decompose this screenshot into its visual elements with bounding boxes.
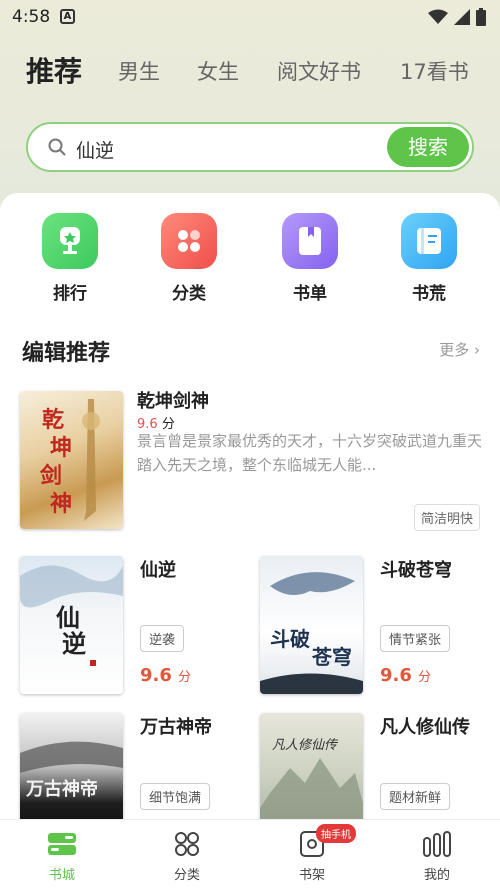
featured-book-description: 景言曾是景家最优秀的天才，十六岁突破武道九重天踏入先天之境，整个东临城无人能..… — [137, 432, 482, 474]
svg-text:乾: 乾 — [42, 407, 64, 433]
svg-text:仙: 仙 — [56, 603, 80, 632]
book-score-doupo: 9.6 分 — [380, 665, 431, 686]
nav-profile-label: 我的 — [423, 868, 450, 883]
signal-icon — [454, 9, 470, 25]
book-tag-doupo: 情节紧张 — [380, 625, 451, 652]
nav-category[interactable]: 分类 — [147, 828, 227, 883]
category-icon — [147, 828, 227, 860]
svg-text:坤: 坤 — [50, 435, 72, 461]
book-title-fanren[interactable]: 凡人修仙传 — [380, 713, 470, 739]
tab-male[interactable]: 男生 — [118, 56, 160, 86]
wifi-icon — [428, 9, 448, 24]
nav-category-label: 分类 — [173, 868, 200, 883]
nav-bookstore[interactable]: 书城 — [22, 828, 102, 883]
category-classify-label: 分类 — [172, 284, 206, 304]
book-tag-fanren: 题材新鲜 — [380, 783, 451, 810]
profile-icon — [397, 828, 477, 860]
book-cover-wangu[interactable]: 万古神帝 — [20, 713, 123, 833]
nav-profile[interactable]: 我的 — [397, 828, 477, 883]
svg-text:剑: 剑 — [39, 463, 62, 489]
chevron-right-icon: › — [474, 341, 480, 359]
book-score-value: 9.6 — [140, 665, 172, 686]
category-classify[interactable]: 分类 — [149, 213, 229, 304]
grid-icon — [161, 213, 217, 269]
book-score-value: 9.6 — [380, 665, 412, 686]
main-content: 排行 分类 书单 书荒 编辑推荐 更多 › 乾 坤 剑 神 乾坤剑神 9.6 分… — [0, 193, 500, 833]
book-cover-doupo[interactable]: 斗破 苍穹 — [260, 556, 363, 694]
status-icons — [428, 8, 486, 26]
featured-book-cover[interactable]: 乾 坤 剑 神 — [20, 391, 123, 529]
svg-text:万古神帝: 万古神帝 — [25, 778, 98, 800]
book-cover-fanren[interactable]: 凡人修仙传 — [260, 713, 363, 833]
status-time: 4:58 — [12, 7, 51, 27]
category-bookshortage-label: 书荒 — [412, 284, 446, 304]
search-input[interactable]: 仙逆 — [76, 136, 114, 163]
search-button[interactable]: 搜索 — [387, 127, 469, 167]
search-bar[interactable]: 仙逆 搜索 — [26, 122, 474, 172]
trophy-icon — [42, 213, 98, 269]
tab-female[interactable]: 女生 — [197, 56, 239, 86]
book-tag-wangu: 细节饱满 — [140, 783, 211, 810]
book-score-unit: 分 — [178, 670, 192, 685]
tab-recommend[interactable]: 推荐 — [26, 50, 82, 90]
category-ranking-label: 排行 — [53, 284, 87, 304]
book-title-wangu[interactable]: 万古神帝 — [140, 713, 212, 739]
more-link[interactable]: 更多 › — [439, 339, 480, 360]
bookmark-book-icon — [282, 213, 338, 269]
book-score-xianni: 9.6 分 — [140, 665, 191, 686]
book-cover-xianni[interactable]: 仙 逆 — [20, 556, 123, 694]
more-label: 更多 — [439, 341, 470, 359]
book-title-xianni[interactable]: 仙逆 — [140, 556, 176, 582]
nav-bookstore-label: 书城 — [48, 868, 75, 883]
svg-text:逆: 逆 — [62, 629, 86, 658]
featured-book-tag: 简洁明快 — [413, 504, 480, 531]
section-title: 编辑推荐 — [22, 341, 111, 366]
category-bookshortage[interactable]: 书荒 — [389, 213, 469, 304]
category-booklist-label: 书单 — [293, 284, 327, 304]
category-ranking[interactable]: 排行 — [30, 213, 110, 304]
battery-icon — [476, 8, 486, 26]
svg-text:斗破: 斗破 — [270, 627, 310, 651]
tab-yuewen[interactable]: 阅文好书 — [277, 56, 361, 86]
notification-icon: A — [60, 9, 75, 24]
search-icon — [48, 138, 66, 156]
book-icon — [401, 213, 457, 269]
book-tag-xianni: 逆袭 — [140, 625, 185, 652]
svg-text:神: 神 — [50, 491, 72, 517]
nav-bookshelf[interactable]: 抽手机 书架 — [272, 824, 356, 883]
bookstore-icon — [22, 828, 102, 860]
book-score-unit: 分 — [418, 670, 432, 685]
category-booklist[interactable]: 书单 — [270, 213, 350, 304]
featured-book-title[interactable]: 乾坤剑神 — [137, 387, 209, 413]
status-bar: 4:58 A — [0, 0, 500, 36]
book-title-doupo[interactable]: 斗破苍穹 — [380, 556, 452, 582]
bottom-nav: 书城 分类 抽手机 书架 我的 — [0, 819, 500, 888]
bookshelf-badge: 抽手机 — [316, 824, 356, 843]
svg-text:苍穹: 苍穹 — [311, 645, 352, 669]
tab-17kan[interactable]: 17看书 — [400, 56, 469, 86]
top-tabs: 推荐 男生 女生 阅文好书 17看书 — [0, 50, 500, 96]
nav-bookshelf-label: 书架 — [298, 868, 325, 883]
svg-text:凡人修仙传: 凡人修仙传 — [272, 738, 339, 753]
